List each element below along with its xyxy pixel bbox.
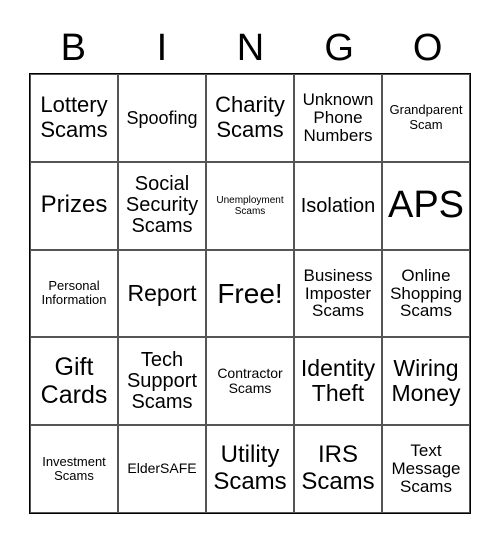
bingo-cell-free[interactable]: Free! [206,249,294,338]
bingo-cell[interactable]: Business Imposter Scams [294,249,382,338]
bingo-cell[interactable]: Utility Scams [206,425,294,513]
bingo-cell[interactable]: Social Security Scams [118,161,206,250]
bingo-cell[interactable]: Lottery Scams [30,74,118,162]
bingo-cell[interactable]: Identity Theft [294,337,382,426]
bingo-header: B I N G O [29,22,472,74]
header-letter-b: B [60,27,86,69]
bingo-cell[interactable]: Gift Cards [30,337,118,426]
bingo-cell[interactable]: Isolation [294,161,382,250]
bingo-cell[interactable]: Unemployment Scams [206,161,294,250]
bingo-cell[interactable]: Unknown Phone Numbers [294,74,382,162]
bingo-cell[interactable]: Wiring Money [382,337,470,426]
bingo-cell[interactable]: Grandparent Scam [382,74,470,162]
header-letter-g: G [324,27,354,69]
bingo-cell[interactable]: APS [382,161,470,250]
bingo-cell[interactable]: Tech Support Scams [118,337,206,426]
bingo-cell[interactable]: ElderSAFE [118,425,206,513]
bingo-cell[interactable]: Online Shopping Scams [382,249,470,338]
bingo-cell[interactable]: Investment Scams [30,425,118,513]
bingo-cell[interactable]: Prizes [30,161,118,250]
bingo-cell[interactable]: Text Message Scams [382,425,470,513]
bingo-cell[interactable]: Spoofing [118,74,206,162]
header-letter-o: O [412,27,443,69]
bingo-cell[interactable]: Contractor Scams [206,337,294,426]
bingo-cell[interactable]: IRS Scams [294,425,382,513]
header-letter-n: N [236,27,265,69]
bingo-cell[interactable]: Charity Scams [206,74,294,162]
bingo-cell[interactable]: Report [118,249,206,338]
bingo-card: Lottery Scams Spoofing Charity Scams Unk… [29,73,471,514]
header-letter-i: I [156,27,168,69]
bingo-cell[interactable]: Personal Information [30,249,118,338]
